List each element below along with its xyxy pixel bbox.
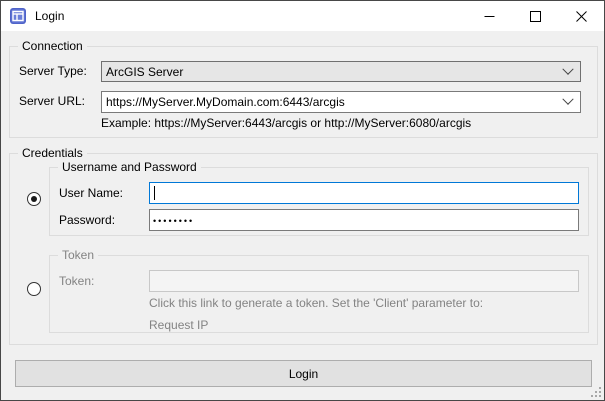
token-radio[interactable] xyxy=(27,282,41,296)
window-title: Login xyxy=(35,9,64,23)
titlebar[interactable]: Login xyxy=(1,1,604,31)
token-group-label: Token xyxy=(58,248,98,262)
username-field[interactable] xyxy=(149,182,579,204)
close-icon xyxy=(576,11,587,22)
server-url-value: https://MyServer.MyDomain.com:6443/arcgi… xyxy=(106,95,564,109)
login-dialog: Login Connection Server Type: xyxy=(0,0,605,401)
text-caret xyxy=(154,186,155,200)
server-url-example: Example: https://MyServer:6443/arcgis or… xyxy=(101,116,471,131)
login-button[interactable]: Login xyxy=(15,360,592,387)
maximize-button[interactable] xyxy=(512,1,558,31)
credentials-group-label: Credentials xyxy=(18,146,87,160)
username-input[interactable] xyxy=(150,183,578,203)
maximize-icon xyxy=(530,11,541,22)
password-label: Password: xyxy=(59,213,115,228)
app-window-icon xyxy=(10,8,26,24)
token-group: Token xyxy=(49,255,589,333)
minimize-icon xyxy=(484,11,495,22)
username-password-radio[interactable] xyxy=(27,192,41,206)
token-input xyxy=(150,271,578,291)
server-type-value: ArcGIS Server xyxy=(106,65,564,79)
connection-group-label: Connection xyxy=(18,39,87,53)
password-input[interactable] xyxy=(150,210,578,230)
minimize-button[interactable] xyxy=(466,1,512,31)
server-type-dropdown[interactable]: ArcGIS Server xyxy=(101,61,581,82)
chevron-down-icon xyxy=(562,63,573,74)
server-type-label: Server Type: xyxy=(19,64,87,79)
username-label: User Name: xyxy=(59,186,123,201)
token-instruction: Click this link to generate a token. Set… xyxy=(149,296,483,311)
chevron-down-icon xyxy=(562,94,573,105)
request-ip-link[interactable]: Request IP xyxy=(149,318,208,333)
close-button[interactable] xyxy=(558,1,604,31)
server-url-label: Server URL: xyxy=(19,94,85,109)
token-field xyxy=(149,270,579,292)
username-password-group-label: Username and Password xyxy=(58,160,201,174)
token-label: Token: xyxy=(59,274,94,289)
password-field[interactable] xyxy=(149,209,579,231)
server-url-combobox[interactable]: https://MyServer.MyDomain.com:6443/arcgi… xyxy=(101,91,581,113)
resize-grip-icon[interactable] xyxy=(589,385,601,397)
